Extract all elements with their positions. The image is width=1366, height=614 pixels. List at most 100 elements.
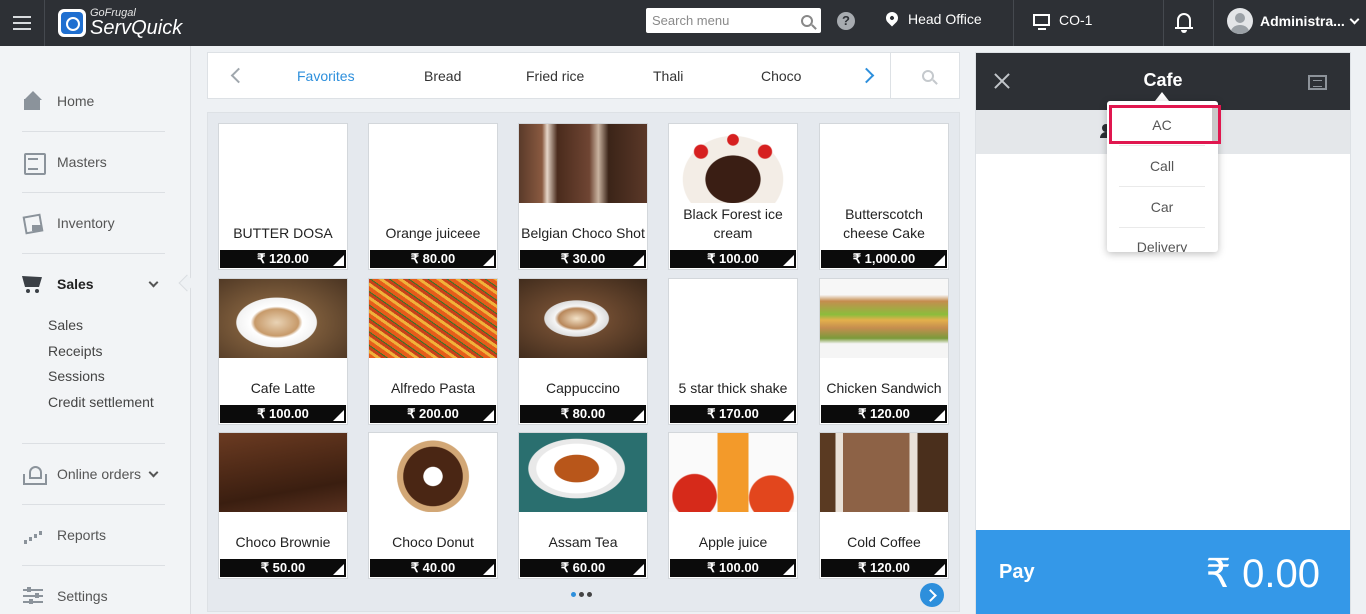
product-image <box>369 433 497 512</box>
dropdown-option-delivery[interactable]: Delivery <box>1119 227 1205 252</box>
product-price: ₹ 30.00 <box>520 250 646 268</box>
product-name: Cold Coffee <box>847 534 921 550</box>
sidebar-item-sales[interactable]: Sales <box>22 274 159 294</box>
product-name: Choco Donut <box>392 534 474 550</box>
product-name: Cafe Latte <box>250 380 316 396</box>
product-image <box>669 124 797 203</box>
tab-bread[interactable]: Bread <box>424 68 461 84</box>
dropdown-option-call[interactable]: Call <box>1119 146 1205 187</box>
sidebar-item-label: Inventory <box>57 215 115 231</box>
pay-button[interactable]: Pay ₹ 0.00 <box>976 530 1350 614</box>
category-prev-button[interactable] <box>208 53 268 98</box>
tab-favorites[interactable]: Favorites <box>297 68 355 84</box>
pagination <box>571 592 595 597</box>
inventory-icon <box>22 213 44 233</box>
chevron-down-icon <box>148 277 159 287</box>
page-dot[interactable] <box>579 592 584 597</box>
search-icon <box>921 69 934 82</box>
product-image <box>519 433 647 512</box>
online-orders-icon <box>22 464 47 485</box>
sidebar-subitem-receipts[interactable]: Receipts <box>48 343 102 359</box>
tab-thali[interactable]: Thali <box>653 68 683 84</box>
barcode-scan-icon[interactable] <box>1308 75 1327 90</box>
hamburger-icon <box>13 16 31 30</box>
next-page-button[interactable] <box>920 583 944 607</box>
dropdown-scrollbar[interactable] <box>1212 105 1218 143</box>
menu-search-input[interactable] <box>652 13 797 28</box>
product-price: ₹ 40.00 <box>370 559 496 577</box>
brand-logo: GoFrugal ServQuick <box>58 8 182 38</box>
sidebar-item-inventory[interactable]: Inventory <box>22 213 115 233</box>
sidebar-item-settings[interactable]: Settings <box>22 586 108 606</box>
product-card[interactable]: 5 star thick shake ₹ 170.00 <box>668 278 798 425</box>
product-card[interactable]: Cappuccino ₹ 80.00 <box>518 278 648 425</box>
product-card[interactable]: Belgian Choco Shot ₹ 30.00 <box>518 123 648 270</box>
help-icon[interactable]: ? <box>837 12 855 30</box>
tab-fried-rice[interactable]: Fried rice <box>526 68 584 84</box>
product-card[interactable]: Cold Coffee ₹ 120.00 <box>819 432 949 579</box>
sidebar-item-home[interactable]: Home <box>22 91 94 111</box>
sidebar-item-reports[interactable]: Reports <box>22 525 106 545</box>
pay-label: Pay <box>999 561 1035 583</box>
sidebar-item-label: Online orders <box>57 466 142 482</box>
product-image <box>820 279 948 358</box>
product-image <box>519 279 647 358</box>
menu-button[interactable] <box>0 0 45 46</box>
more-options-icon[interactable] <box>1336 81 1352 85</box>
chevron-right-icon <box>858 67 874 84</box>
menu-search[interactable] <box>646 8 821 33</box>
tab-choco[interactable]: Choco <box>761 68 801 84</box>
sidebar-item-masters[interactable]: Masters <box>22 152 107 175</box>
counter-label: CO-1 <box>1059 12 1093 28</box>
dropdown-option-car[interactable]: Car <box>1119 187 1205 228</box>
product-card[interactable]: Butterscotch cheese Cake ₹ 1,000.00 <box>819 123 949 270</box>
page-dot[interactable] <box>571 592 576 597</box>
settings-icon <box>22 586 44 606</box>
divider <box>22 504 165 505</box>
product-card[interactable]: Apple juice ₹ 100.00 <box>668 432 798 579</box>
product-name: Cappuccino <box>546 380 620 396</box>
counter-selector[interactable]: CO-1 <box>1033 12 1093 30</box>
sidebar-subitem-sales[interactable]: Sales <box>48 317 83 333</box>
product-image <box>219 279 347 358</box>
clock-logo-icon <box>58 9 86 37</box>
product-card[interactable]: BUTTER DOSA ₹ 120.00 <box>218 123 348 270</box>
divider <box>1013 0 1014 46</box>
sidebar-subitem-credit-settlement[interactable]: Credit settlement <box>48 394 154 410</box>
product-card[interactable]: Choco Brownie ₹ 50.00 <box>218 432 348 579</box>
page-dot[interactable] <box>587 592 592 597</box>
sidebar-item-online-orders[interactable]: Online orders <box>22 464 159 485</box>
reports-icon <box>22 525 44 545</box>
product-price: ₹ 120.00 <box>220 250 346 268</box>
pay-amount: ₹ 0.00 <box>1205 552 1320 596</box>
product-price: ₹ 80.00 <box>370 250 496 268</box>
divider <box>22 565 165 566</box>
product-card[interactable]: Assam Tea ₹ 60.00 <box>518 432 648 579</box>
product-card[interactable]: Orange juiceee ₹ 80.00 <box>368 123 498 270</box>
sidebar-subitem-sessions[interactable]: Sessions <box>48 368 105 384</box>
dropdown-option-ac[interactable]: AC <box>1119 105 1205 146</box>
user-menu[interactable]: Administra... <box>1227 8 1360 34</box>
divider <box>22 253 165 254</box>
product-image <box>519 124 647 203</box>
sidebar-item-label: Settings <box>57 588 108 604</box>
product-card[interactable]: Alfredo Pasta ₹ 200.00 <box>368 278 498 425</box>
product-card[interactable]: Choco Donut ₹ 40.00 <box>368 432 498 579</box>
product-card[interactable]: Cafe Latte ₹ 100.00 <box>218 278 348 425</box>
monitor-icon <box>1033 14 1050 30</box>
category-search-button[interactable] <box>890 53 960 98</box>
product-card[interactable]: Black Forest ice cream ₹ 100.00 <box>668 123 798 270</box>
search-icon[interactable] <box>801 14 813 27</box>
product-card[interactable]: Chicken Sandwich ₹ 120.00 <box>819 278 949 425</box>
location-selector[interactable]: Head Office <box>883 9 982 27</box>
order-title[interactable]: Cafe <box>976 70 1350 91</box>
sidebar: Home Masters Inventory Sales Sales Recei… <box>0 46 196 614</box>
order-type-dropdown: AC Call Car Delivery <box>1107 101 1218 252</box>
sidebar-item-label: Home <box>57 93 95 109</box>
category-next-button[interactable] <box>836 53 896 98</box>
masters-icon <box>22 152 46 175</box>
sidebar-item-label: Reports <box>57 527 107 543</box>
bell-icon[interactable] <box>1175 13 1193 33</box>
product-price: ₹ 120.00 <box>821 559 947 577</box>
location-label: Head Office <box>908 11 982 27</box>
